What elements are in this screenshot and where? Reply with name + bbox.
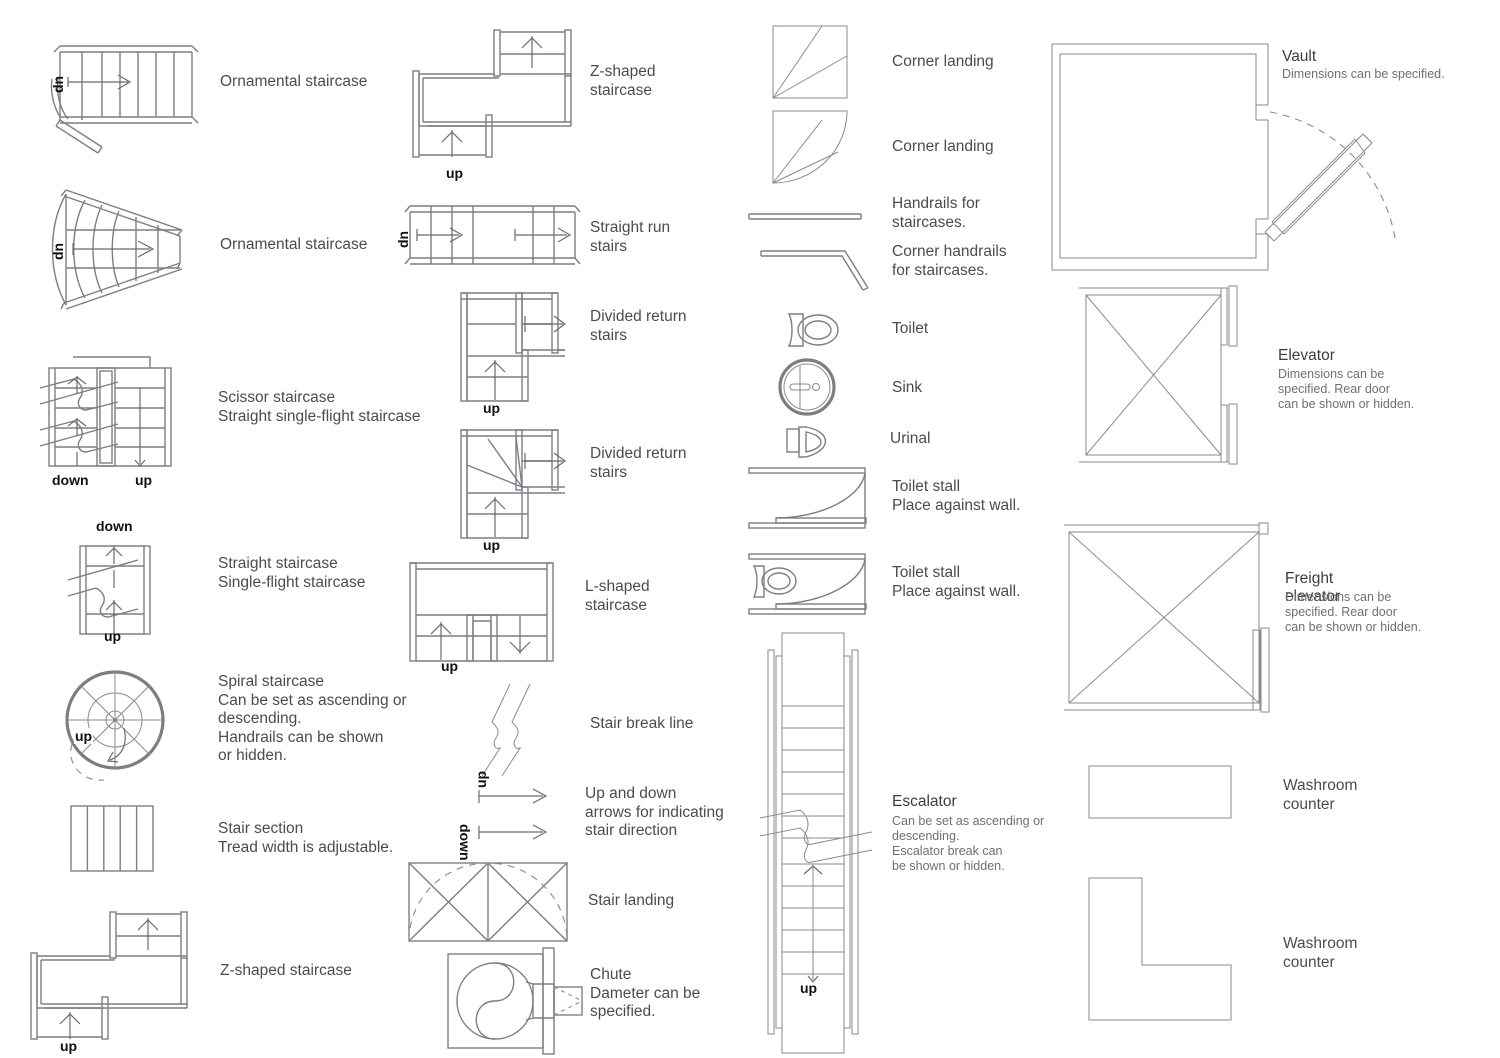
label-freight-elevator-sub: Dimensions can be specified. Rear door c… — [1285, 590, 1422, 634]
label-chute: Chute Dameter can be specified. — [590, 966, 701, 1020]
washroom-counter-2-icon — [1088, 877, 1232, 1021]
label-straight-run-stairs: Straight run stairs — [590, 219, 671, 255]
label-elevator-title: Elevator — [1278, 347, 1335, 364]
z-shaped-staircase-col1-icon — [30, 911, 188, 1040]
ornamental-staircase-1-icon — [50, 45, 199, 154]
label-divided-return-stairs-1: Divided return stairs — [590, 308, 687, 344]
label-corner-handrails: Corner handrails for staircases. — [892, 243, 1007, 279]
label-vault-title: Vault — [1282, 48, 1317, 65]
straight-staircase-icon — [67, 545, 151, 635]
corner-landing-1-icon — [772, 25, 848, 99]
tag-dn: dn — [395, 230, 411, 248]
tag-down: down — [52, 472, 89, 488]
label-z-shaped-staircase-col2: Z-shaped staircase — [590, 63, 656, 99]
straight-run-stairs-icon — [404, 205, 581, 265]
divided-return-stairs-2-icon — [460, 429, 567, 539]
ornamental-staircase-2-icon — [51, 189, 183, 310]
toilet-icon — [787, 313, 839, 347]
label-stair-section: Stair section Tread width is adjustable. — [218, 820, 394, 856]
tag-dn: dn — [50, 242, 66, 260]
label-toilet-stall-2: Toilet stall Place against wall. — [892, 564, 1021, 600]
label-escalator-title: Escalator — [892, 793, 957, 810]
label-washroom-counter-1: Washroom counter — [1283, 777, 1358, 813]
stair-break-line-icon — [481, 683, 531, 777]
label-toilet-stall-1: Toilet stall Place against wall. — [892, 478, 1021, 514]
up-down-arrows-icon — [478, 788, 548, 840]
label-sink: Sink — [892, 379, 923, 396]
label-corner-landing-1: Corner landing — [892, 53, 994, 70]
label-divided-return-stairs-2: Divided return stairs — [590, 445, 687, 481]
sink-icon — [778, 358, 836, 416]
washroom-counter-1-icon — [1088, 765, 1232, 819]
tag-up: up — [104, 628, 122, 644]
tag-down: down — [457, 824, 473, 861]
tag-up: up — [74, 728, 94, 744]
tag-up: up — [483, 537, 501, 553]
stair-landing-icon — [408, 862, 568, 942]
toilet-stall-2-icon — [748, 553, 867, 615]
tag-up: up — [473, 770, 489, 788]
corner-landing-2-icon — [772, 110, 848, 184]
label-stair-break-line: Stair break line — [590, 715, 694, 732]
label-ornamental-staircase-2: Ornamental staircase — [220, 236, 368, 253]
label-ornamental-staircase-1: Ornamental staircase — [220, 73, 368, 90]
stair-section-icon — [70, 805, 154, 872]
label-handrails-for-staircases: Handrails for staircases. — [892, 195, 980, 231]
label-toilet: Toilet — [892, 320, 929, 337]
tag-up: up — [483, 400, 501, 416]
toilet-stall-1-icon — [748, 467, 867, 529]
corner-handrails-icon — [760, 250, 869, 291]
elevator-icon — [1079, 285, 1238, 465]
tag-down: down — [96, 518, 133, 534]
label-washroom-counter-2: Washroom counter — [1283, 935, 1358, 971]
label-corner-landing-2: Corner landing — [892, 138, 994, 155]
z-shaped-staircase-col2-icon — [412, 29, 572, 158]
divided-return-stairs-1-icon — [460, 292, 567, 402]
label-vault-sub: Dimensions can be specified. — [1282, 67, 1445, 81]
tag-up: up — [135, 472, 153, 488]
chute-icon — [447, 947, 583, 1055]
scissor-staircase-icon — [39, 356, 172, 467]
label-z-shaped-staircase-col1: Z-shaped staircase — [220, 962, 352, 979]
freight-elevator-icon — [1064, 522, 1270, 713]
symbol-sheet: dn Ornamental staircase dn Ornamental st… — [0, 0, 1500, 1058]
tag-up: up — [800, 980, 818, 996]
tag-up: up — [446, 165, 464, 181]
label-l-shaped-staircase: L-shaped staircase — [585, 578, 650, 614]
l-shaped-staircase-icon — [409, 562, 554, 662]
tag-dn: dn — [50, 75, 66, 93]
label-spiral-staircase: Spiral staircase Can be set as ascending… — [218, 673, 407, 764]
tag-up: up — [60, 1038, 78, 1054]
label-scissor-staircase: Scissor staircase Straight single-flight… — [218, 389, 421, 425]
handrails-for-staircases-icon — [748, 213, 862, 220]
label-elevator-sub: Dimensions can be specified. Rear door c… — [1278, 367, 1415, 411]
label-urinal: Urinal — [890, 430, 931, 447]
label-stair-landing: Stair landing — [588, 892, 675, 909]
urinal-icon — [786, 426, 826, 458]
label-escalator-sub: Can be set as ascending or descending. E… — [892, 814, 1045, 873]
tag-up: up — [441, 658, 459, 674]
